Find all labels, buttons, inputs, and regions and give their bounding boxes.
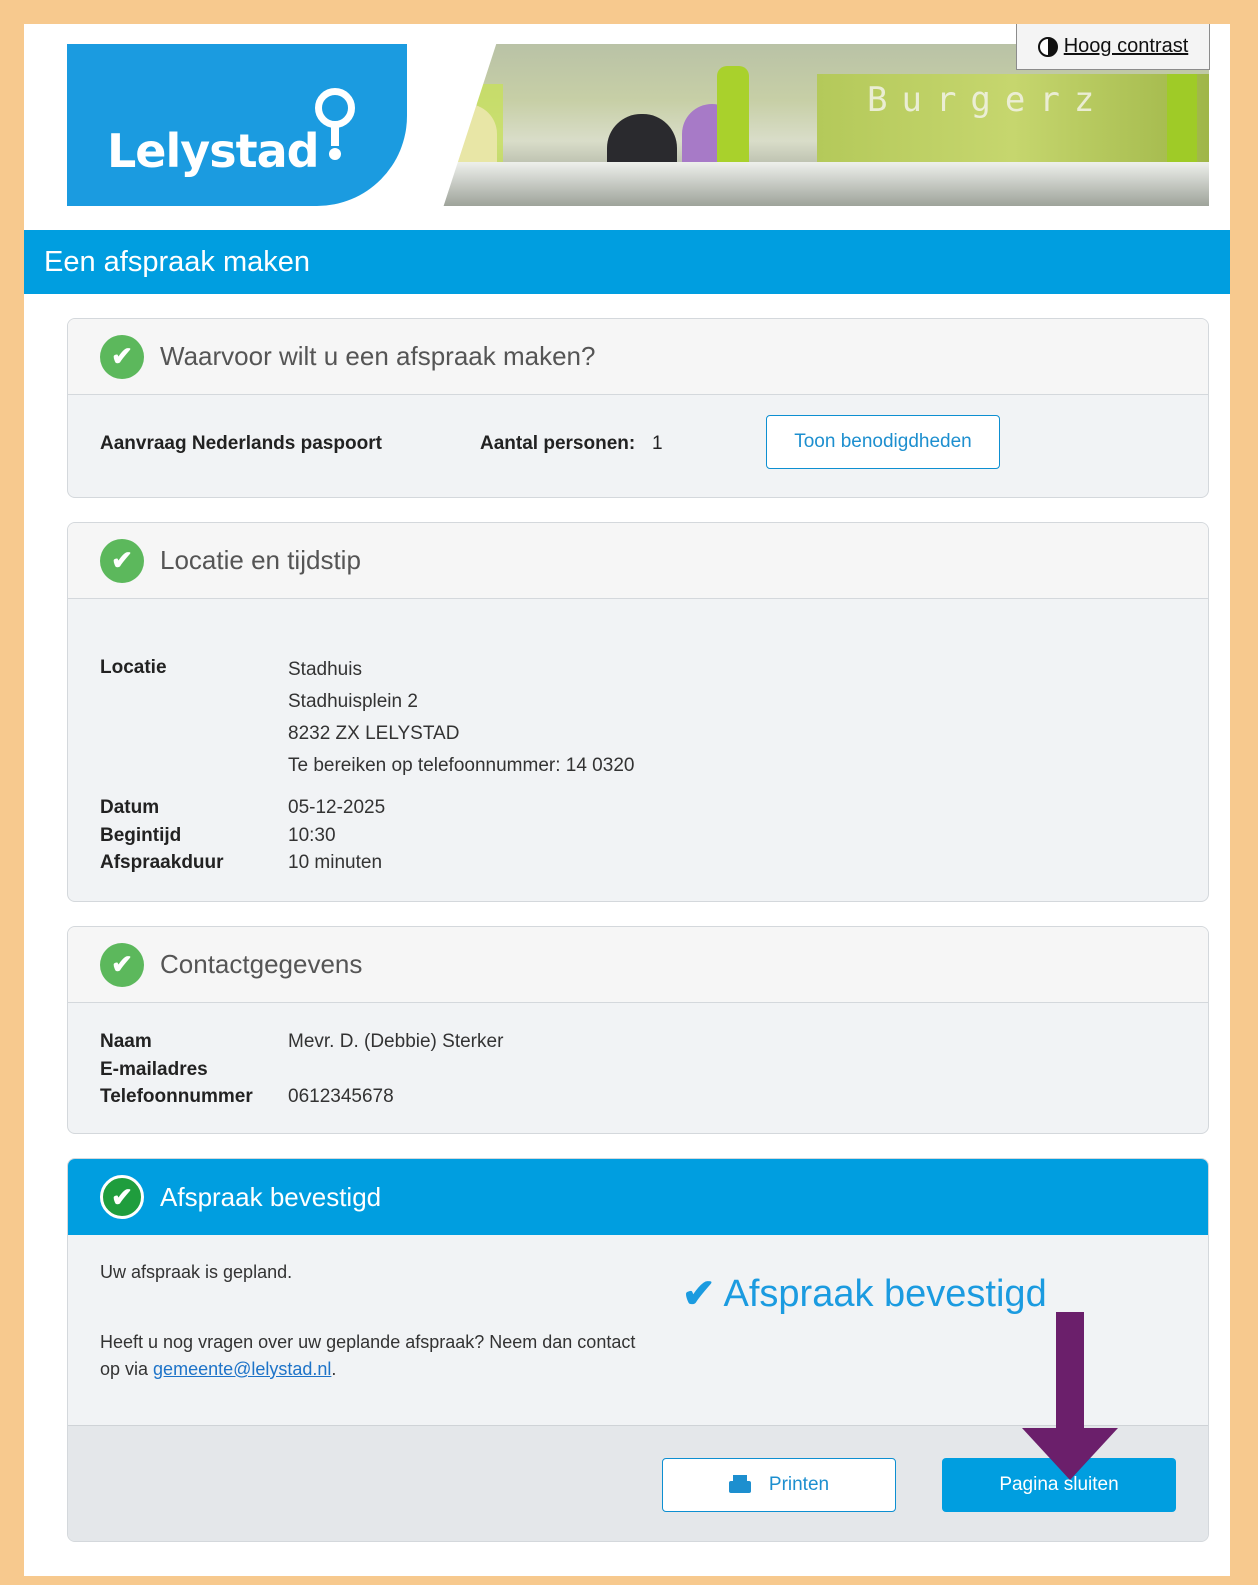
location-line: 8232 ZX LELYSTAD [288, 723, 460, 744]
location-line: Te bereiken op telefoonnummer: 14 0320 [288, 755, 635, 776]
contact-header: ✔ Contactgegevens [68, 927, 1208, 1003]
persons-value: 1 [652, 433, 663, 454]
start-label: Begintijd [100, 825, 182, 846]
contact-panel: ✔ Contactgegevens Naam Mevr. D. (Debbie)… [67, 926, 1209, 1134]
annotation-arrow-head [1022, 1428, 1118, 1480]
confirmation-banner: ✔ Afspraak bevestigd [682, 1271, 1047, 1317]
confirmation-banner-text: Afspraak bevestigd [723, 1272, 1047, 1315]
phone-value: 0612345678 [288, 1086, 394, 1107]
check-circle-icon: ✔ [100, 942, 144, 987]
contrast-icon [1037, 36, 1058, 57]
product-label: Aanvraag Nederlands paspoort [100, 433, 382, 454]
confirmed-title: Afspraak bevestigd [160, 1181, 382, 1212]
purpose-header: ✔ Waarvoor wilt u een afspraak maken? [68, 319, 1208, 395]
start-value: 10:30 [288, 825, 336, 846]
location-title: Locatie en tijdstip [160, 545, 361, 575]
checkmark-icon: ✔ [682, 1272, 716, 1316]
print-button[interactable]: Printen [662, 1458, 896, 1512]
page-container: Burgerz Lelystad Hoog contrast Een afspr… [24, 24, 1230, 1576]
name-value: Mevr. D. (Debbie) Sterker [288, 1031, 504, 1052]
photo-sign-text: Burgerz [867, 80, 1109, 120]
location-header: ✔ Locatie en tijdstip [68, 523, 1208, 599]
lelystad-logo[interactable]: Lelystad [107, 124, 320, 178]
annotation-arrow-shaft [1056, 1312, 1084, 1430]
duration-label: Afspraakduur [100, 852, 224, 873]
phone-label: Telefoonnummer [100, 1086, 253, 1107]
contact-title: Contactgegevens [160, 949, 363, 979]
name-label: Naam [100, 1031, 152, 1052]
location-line: Stadhuisplein 2 [288, 691, 418, 712]
check-circle-icon: ✔ [100, 538, 144, 583]
duration-value: 10 minuten [288, 852, 383, 873]
questions-text: Heeft u nog vragen over uw geplande afsp… [100, 1332, 636, 1379]
check-circle-icon: ✔ [100, 334, 144, 379]
location-line: Stadhuis [288, 659, 362, 680]
purpose-panel: ✔ Waarvoor wilt u een afspraak maken? Aa… [67, 318, 1209, 498]
confirmed-panel: ✔ Afspraak bevestigd Uw afspraak is gepl… [67, 1158, 1209, 1542]
logo-pin-icon [315, 88, 355, 128]
print-label: Printen [768, 1474, 830, 1495]
email-label: E-mailadres [100, 1059, 208, 1080]
planned-text: Uw afspraak is gepland. [100, 1262, 293, 1282]
printer-icon [728, 1475, 751, 1495]
date-value: 05-12-2025 [288, 797, 386, 818]
location-panel: ✔ Locatie en tijdstip Locatie Stadhuis S… [67, 522, 1209, 902]
page-title: Een afspraak maken [24, 230, 1230, 294]
confirmed-header: ✔ Afspraak bevestigd [68, 1159, 1208, 1235]
high-contrast-label: Hoog contrast [1063, 35, 1189, 57]
check-circle-icon: ✔ [100, 1175, 144, 1219]
persons-label: Aantal personen: [480, 433, 636, 454]
email-link[interactable]: gemeente@lelystad.nl [153, 1359, 331, 1379]
date-label: Datum [100, 797, 160, 818]
show-requirements-button[interactable]: Toon benodigdheden [766, 415, 1000, 469]
high-contrast-button[interactable]: Hoog contrast [1016, 24, 1210, 70]
location-label: Locatie [100, 657, 167, 678]
purpose-title: Waarvoor wilt u een afspraak maken? [160, 341, 596, 371]
